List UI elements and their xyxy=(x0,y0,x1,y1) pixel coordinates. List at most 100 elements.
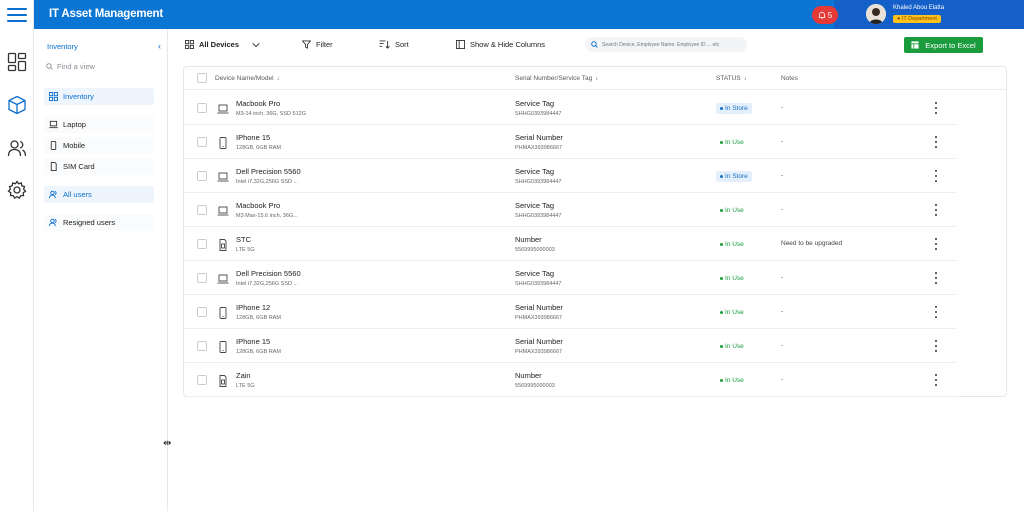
status-label: In Use xyxy=(725,275,744,282)
menu-icon[interactable] xyxy=(7,8,27,22)
row-checkbox[interactable] xyxy=(197,137,207,147)
row-checkbox[interactable] xyxy=(197,341,207,351)
row-checkbox[interactable] xyxy=(197,171,207,181)
table-row[interactable]: IPhone 15 128GB, 6GB RAM Serial Number PHMA… xyxy=(184,125,956,159)
table-row[interactable]: Macbook Pro M3 Max-15.6 inch, 36G... Servi… xyxy=(184,193,956,227)
serial-label: Service Tag xyxy=(515,269,555,278)
note-text: - xyxy=(781,376,784,383)
gear-icon[interactable] xyxy=(7,180,27,200)
row-checkbox[interactable] xyxy=(197,375,207,385)
more-options-icon[interactable] xyxy=(931,339,941,353)
column-header-label: Device Name/Model xyxy=(215,75,274,82)
row-checkbox[interactable] xyxy=(197,103,207,113)
serial-value: PHMAX393986667 xyxy=(515,145,563,151)
grid-icon xyxy=(185,40,194,49)
more-options-icon[interactable] xyxy=(931,101,941,115)
find-view-input[interactable]: Find a view xyxy=(46,62,95,71)
arrow-down-icon: ↓ xyxy=(743,75,747,82)
row-checkbox[interactable] xyxy=(197,307,207,317)
users-icon xyxy=(49,218,57,227)
sim-icon xyxy=(50,162,57,171)
search-input[interactable] xyxy=(602,41,742,48)
department-label: IT Department xyxy=(901,16,937,22)
arrow-down-icon: ↓ xyxy=(595,75,599,82)
table-row[interactable]: Zain LTE 5G Number 5569995000003 In Use - xyxy=(184,363,956,397)
status-badge: In Use xyxy=(716,239,748,250)
search-icon xyxy=(591,41,598,48)
note-text: Need to be upgraded xyxy=(781,240,843,247)
export-label: Export to Excel xyxy=(925,40,976,50)
more-options-icon[interactable] xyxy=(931,237,941,251)
status-label: In Store xyxy=(725,105,748,112)
column-header-label: STATUS xyxy=(716,75,741,82)
collapse-icon[interactable]: ‹ xyxy=(158,41,161,51)
note-text: - xyxy=(781,138,784,145)
status-dot xyxy=(720,175,723,178)
laptop-icon xyxy=(49,120,58,129)
select-all-checkbox[interactable] xyxy=(197,73,207,83)
view-selector[interactable]: All Devices xyxy=(185,40,260,49)
serial-value: SHHG0393984447 xyxy=(515,111,562,117)
status-label: In Use xyxy=(725,343,744,350)
more-options-icon[interactable] xyxy=(931,203,941,217)
more-options-icon[interactable] xyxy=(931,135,941,149)
status-badge: In Use xyxy=(716,341,748,352)
sidebar-item-label: Mobile xyxy=(63,141,86,150)
dashboard-icon[interactable] xyxy=(7,52,27,72)
sidebar-item-inventory[interactable]: Inventory xyxy=(44,88,154,105)
sidebar-item-laptop[interactable]: Laptop xyxy=(44,116,154,133)
note-text: - xyxy=(781,172,784,179)
more-options-icon[interactable] xyxy=(931,169,941,183)
filter-label: Filter xyxy=(316,40,333,49)
column-header-notes[interactable]: Notes xyxy=(781,75,798,82)
row-checkbox[interactable] xyxy=(197,205,207,215)
filter-button[interactable]: Filter xyxy=(302,40,333,49)
sidebar-item-mobile[interactable]: Mobile xyxy=(44,137,154,154)
more-options-icon[interactable] xyxy=(931,373,941,387)
users-icon[interactable] xyxy=(7,138,27,158)
serial-value: SHHG0393984447 xyxy=(515,179,562,185)
sim-icon xyxy=(217,374,229,387)
device-name: Zain xyxy=(236,371,251,380)
status-dot xyxy=(720,243,723,246)
columns-label: Show & Hide Columns xyxy=(470,40,546,49)
sidebar-item-sim-card[interactable]: SIM Card xyxy=(44,158,154,175)
serial-value: PHMAX393986667 xyxy=(515,315,563,321)
export-to-excel-button[interactable]: Export to Excel xyxy=(904,37,983,53)
column-header-serial[interactable]: Serial Number/Service Tag ↓ xyxy=(515,75,598,82)
status-dot xyxy=(720,345,723,348)
column-header-device[interactable]: Device Name/Model ↓ xyxy=(215,75,280,82)
table-row[interactable]: Dell Precision 5560 Intel i7,32G,256G SSD… xyxy=(184,159,956,193)
cube-icon[interactable] xyxy=(7,95,27,115)
sidebar-item-label: Laptop xyxy=(63,120,86,129)
note-text: - xyxy=(781,206,784,213)
status-badge: In Use xyxy=(716,307,748,318)
search-box[interactable] xyxy=(585,37,747,52)
sidebar-item-all-users[interactable]: All users xyxy=(44,186,154,203)
view-label: All Devices xyxy=(199,40,240,49)
table-row[interactable]: IPhone 15 128GB, 6GB RAM Serial Number PHMA… xyxy=(184,329,956,363)
row-checkbox[interactable] xyxy=(197,273,207,283)
device-spec: 128GB, 6GB RAM xyxy=(236,315,281,321)
table-row[interactable]: IPhone 12 128GB, 6GB RAM Serial Number PHMA… xyxy=(184,295,956,329)
side-panel: Inventory ‹ Find a view Inventory Laptop… xyxy=(34,29,168,511)
mobile-icon xyxy=(217,136,229,149)
table-row[interactable]: Dell Precision 5560 Intel i7,32G,256G SSD… xyxy=(184,261,956,295)
device-spec: M3 Max-15.6 inch, 36G... xyxy=(236,213,298,219)
table-row[interactable]: STC LTE 5G Number 5569995000003 In Use Need t… xyxy=(184,227,956,261)
serial-label: Serial Number xyxy=(515,337,563,346)
column-header-status[interactable]: STATUS ↓ xyxy=(716,75,747,82)
serial-label: Number xyxy=(515,371,542,380)
avatar[interactable] xyxy=(866,4,886,24)
table-row[interactable]: Macbook Pro M3-14 inch, 36G, SSD 512G Serv… xyxy=(184,91,956,125)
row-checkbox[interactable] xyxy=(197,239,207,249)
show-hide-columns-button[interactable]: Show & Hide Columns xyxy=(456,40,545,49)
device-spec: Intel i7,32G,256G SSD ... xyxy=(236,179,299,185)
sidebar-item-resigned-users[interactable]: Resigned users xyxy=(44,214,154,231)
more-options-icon[interactable] xyxy=(931,305,941,319)
laptop-icon xyxy=(217,170,229,182)
notifications-button[interactable]: 5 xyxy=(812,6,838,24)
device-name: Macbook Pro xyxy=(236,201,281,210)
sort-button[interactable]: Sort xyxy=(379,40,409,49)
more-options-icon[interactable] xyxy=(931,271,941,285)
